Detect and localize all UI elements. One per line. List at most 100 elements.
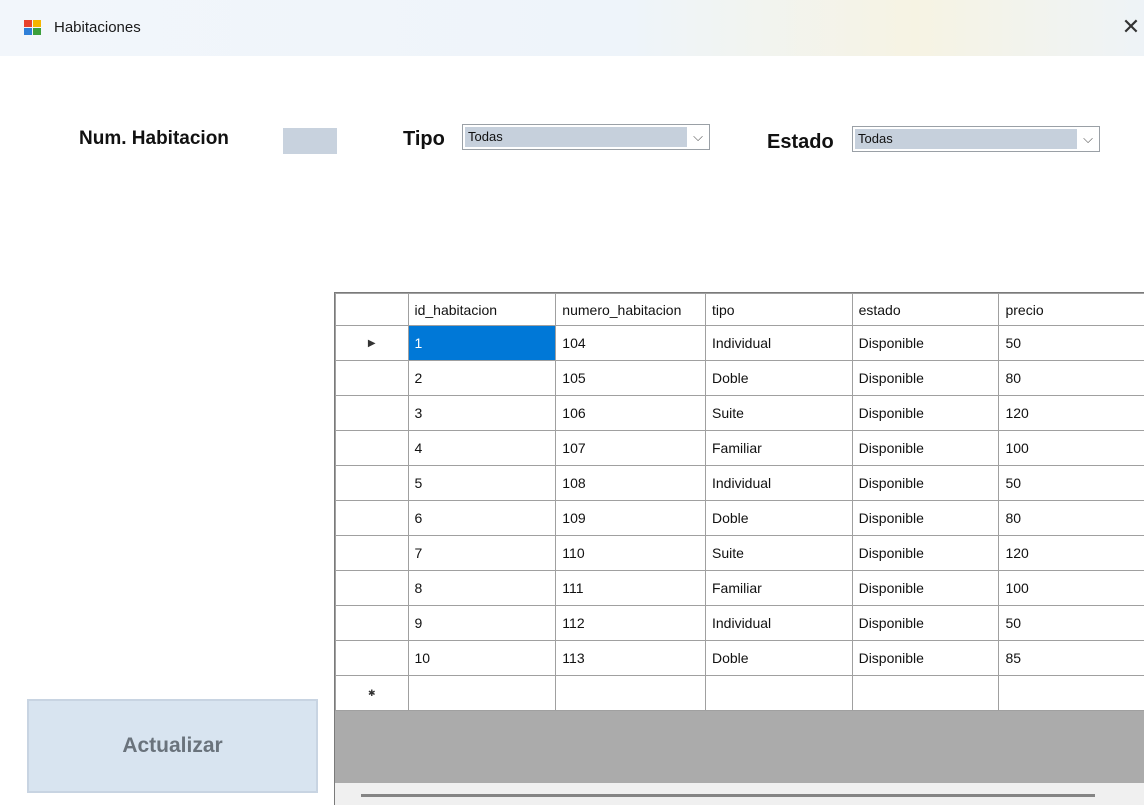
grid-corner-header[interactable] [336,294,409,326]
grid-cell[interactable]: 108 [556,466,706,501]
row-header[interactable] [336,571,409,606]
grid-cell[interactable]: Disponible [852,606,999,641]
grid-cell[interactable]: 8 [408,571,556,606]
grid-cell[interactable]: 6 [408,501,556,536]
grid-cell[interactable] [556,676,706,711]
grid-cell[interactable]: 100 [999,571,1144,606]
grid-cell[interactable]: 120 [999,396,1144,431]
grid-cell[interactable]: Disponible [852,326,999,361]
num-habitacion-input[interactable] [283,128,337,154]
grid-cell[interactable]: Disponible [852,641,999,676]
grid-cell[interactable]: 10 [408,641,556,676]
table-row[interactable]: 9112IndividualDisponible50 [336,606,1144,641]
grid-cell[interactable]: 112 [556,606,706,641]
title-bar: Habitaciones ✕ [0,0,1144,56]
grid-cell[interactable]: 105 [556,361,706,396]
tipo-select[interactable]: Todas ⌵ [462,124,710,150]
column-header-estado[interactable]: estado [852,294,999,326]
app-window-icon [24,20,42,36]
grid-cell[interactable] [408,676,556,711]
grid-cell[interactable]: 107 [556,431,706,466]
grid-cell[interactable]: 50 [999,606,1144,641]
row-header[interactable] [336,606,409,641]
row-header[interactable]: ✱ [336,676,409,711]
grid-cell[interactable]: Disponible [852,431,999,466]
grid-cell[interactable]: 110 [556,536,706,571]
grid-cell[interactable]: 7 [408,536,556,571]
grid-cell[interactable]: Disponible [852,536,999,571]
table-row[interactable]: 2105DobleDisponible80 [336,361,1144,396]
grid-cell[interactable]: Disponible [852,501,999,536]
row-header[interactable] [336,361,409,396]
grid-cell[interactable] [706,676,853,711]
column-header-id-habitacion[interactable]: id_habitacion [408,294,556,326]
grid-cell[interactable]: Doble [706,501,853,536]
table-row[interactable]: 7110SuiteDisponible120 [336,536,1144,571]
grid-cell[interactable]: 9 [408,606,556,641]
grid-cell[interactable]: 50 [999,466,1144,501]
grid-cell[interactable]: 1 [408,326,556,361]
column-header-numero-habitacion[interactable]: numero_habitacion [556,294,706,326]
column-header-tipo[interactable]: tipo [706,294,853,326]
grid-cell[interactable]: 104 [556,326,706,361]
chevron-down-icon[interactable]: ⌵ [1077,127,1099,151]
grid-cell[interactable]: 5 [408,466,556,501]
estado-label: Estado [767,131,834,154]
grid-cell[interactable]: 80 [999,361,1144,396]
grid-cell[interactable]: 109 [556,501,706,536]
table-row[interactable]: 6109DobleDisponible80 [336,501,1144,536]
row-header[interactable] [336,466,409,501]
chevron-down-icon[interactable]: ⌵ [687,125,709,149]
grid-header-row: id_habitacion numero_habitacion tipo est… [336,294,1144,326]
table-row[interactable]: 4107FamiliarDisponible100 [336,431,1144,466]
grid-cell[interactable]: Suite [706,536,853,571]
new-row[interactable]: ✱ [336,676,1144,711]
scrollbar-thumb[interactable] [361,794,1095,797]
estado-select-value: Todas [855,129,1077,149]
grid-cell[interactable]: 106 [556,396,706,431]
grid-cell[interactable]: Suite [706,396,853,431]
table-row[interactable]: 10113DobleDisponible85 [336,641,1144,676]
grid-cell[interactable]: 100 [999,431,1144,466]
grid-cell[interactable]: 85 [999,641,1144,676]
grid-cell[interactable]: 111 [556,571,706,606]
grid-cell[interactable]: Individual [706,326,853,361]
row-header[interactable]: ▶ [336,326,409,361]
table-row[interactable]: ▶1104IndividualDisponible50 [336,326,1144,361]
grid-cell[interactable]: Familiar [706,571,853,606]
grid-cell[interactable]: 3 [408,396,556,431]
horizontal-scrollbar[interactable] [335,783,1144,805]
grid-cell[interactable]: 4 [408,431,556,466]
row-header[interactable] [336,431,409,466]
grid-cell[interactable]: 2 [408,361,556,396]
row-header[interactable] [336,501,409,536]
row-header[interactable] [336,641,409,676]
row-header[interactable] [336,536,409,571]
grid-cell[interactable]: Disponible [852,466,999,501]
table-row[interactable]: 5108IndividualDisponible50 [336,466,1144,501]
grid-cell[interactable] [999,676,1144,711]
grid-cell[interactable]: 50 [999,326,1144,361]
estado-select[interactable]: Todas ⌵ [852,126,1100,152]
tipo-select-value: Todas [465,127,687,147]
table-row[interactable]: 3106SuiteDisponible120 [336,396,1144,431]
grid-cell[interactable]: Familiar [706,431,853,466]
table-row[interactable]: 8111FamiliarDisponible100 [336,571,1144,606]
habitaciones-grid[interactable]: id_habitacion numero_habitacion tipo est… [334,292,1144,805]
column-header-precio[interactable]: precio [999,294,1144,326]
grid-cell[interactable]: 80 [999,501,1144,536]
row-header[interactable] [336,396,409,431]
actualizar-button[interactable]: Actualizar [27,699,318,793]
grid-cell[interactable]: Doble [706,361,853,396]
grid-cell[interactable]: Disponible [852,396,999,431]
grid-cell[interactable]: Disponible [852,571,999,606]
grid-cell[interactable]: 120 [999,536,1144,571]
grid-cell[interactable] [852,676,999,711]
grid-cell[interactable]: Doble [706,641,853,676]
grid-cell[interactable]: Individual [706,606,853,641]
close-icon[interactable]: ✕ [1118,12,1144,42]
grid-cell[interactable]: Individual [706,466,853,501]
grid-cell[interactable]: Disponible [852,361,999,396]
tipo-label: Tipo [403,128,445,151]
grid-cell[interactable]: 113 [556,641,706,676]
